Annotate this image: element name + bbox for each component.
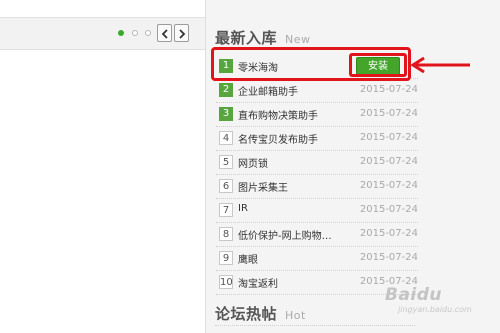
prev-button[interactable]	[157, 24, 172, 42]
app-date: 2015-07-24	[359, 228, 418, 239]
app-name[interactable]: 网页锁	[238, 155, 268, 170]
rank-badge: 6	[219, 179, 233, 193]
app-name[interactable]: 直布购物决策助手	[238, 107, 318, 122]
app-name[interactable]: 名传宝贝发布助手	[238, 131, 318, 146]
app-row-8[interactable]: 8 低价保护-网上购物… 2015-07-24	[216, 222, 418, 247]
rank-badge: 9	[219, 251, 233, 265]
forum-heading: 论坛热帖 Hot	[215, 303, 306, 324]
watermark-url: jingyan.baidu.com	[398, 305, 472, 314]
app-name[interactable]: 淘宝返利	[238, 275, 278, 290]
rank-badge: 4	[219, 131, 233, 145]
app-name[interactable]: 图片采集王	[238, 179, 288, 194]
highlight-box-button	[349, 53, 407, 77]
app-name[interactable]: 鹰眼	[238, 251, 258, 266]
app-row-4[interactable]: 4 名传宝贝发布助手 2015-07-24	[216, 126, 418, 151]
forum-title: 论坛热帖	[215, 305, 278, 323]
chevron-left-icon	[161, 29, 168, 39]
rank-badge: 2	[219, 83, 233, 97]
app-date: 2015-07-24	[359, 156, 418, 167]
divider	[215, 325, 415, 326]
app-date: 2015-07-24	[359, 132, 418, 143]
carousel-toolbar	[0, 17, 205, 50]
app-date: 2015-07-24	[359, 180, 418, 191]
watermark-logo: Baidu	[385, 285, 442, 305]
app-row-7[interactable]: 7 IR 2015-07-24	[216, 198, 418, 223]
carousel-dot-3[interactable]	[145, 30, 151, 36]
rank-badge: 7	[219, 203, 233, 217]
app-name[interactable]: 企业邮箱助手	[238, 83, 298, 98]
app-date: 2015-07-24	[359, 204, 418, 215]
app-name[interactable]: 低价保护-网上购物…	[238, 227, 332, 242]
chevron-right-icon	[179, 29, 186, 39]
app-name[interactable]: IR	[238, 203, 248, 214]
next-button[interactable]	[174, 24, 189, 42]
rank-badge: 10	[219, 275, 233, 289]
new-apps-subtitle: New	[285, 33, 311, 46]
app-row-9[interactable]: 9 鹰眼 2015-07-24	[216, 246, 418, 271]
app-row-5[interactable]: 5 网页锁 2015-07-24	[216, 150, 418, 175]
app-row-6[interactable]: 6 图片采集王 2015-07-24	[216, 174, 418, 199]
app-row-3[interactable]: 3 直布购物决策助手 2015-07-24	[216, 102, 418, 127]
rank-badge: 5	[219, 155, 233, 169]
annotation-arrow-icon	[410, 56, 470, 74]
new-apps-title: 最新入库	[215, 29, 278, 47]
carousel-dot-1[interactable]	[118, 30, 124, 36]
rank-badge: 8	[219, 227, 233, 241]
rank-badge: 3	[219, 107, 233, 121]
app-date: 2015-07-24	[359, 108, 418, 119]
watermark-brand: Baidu	[385, 285, 443, 305]
content-area	[0, 0, 205, 333]
app-row-2[interactable]: 2 企业邮箱助手 2015-07-24	[216, 78, 418, 103]
forum-subtitle: Hot	[285, 309, 306, 322]
carousel-dot-2[interactable]	[132, 30, 138, 36]
new-apps-heading: 最新入库 New	[215, 27, 311, 48]
app-date: 2015-07-24	[359, 84, 418, 95]
app-date: 2015-07-24	[359, 252, 418, 263]
